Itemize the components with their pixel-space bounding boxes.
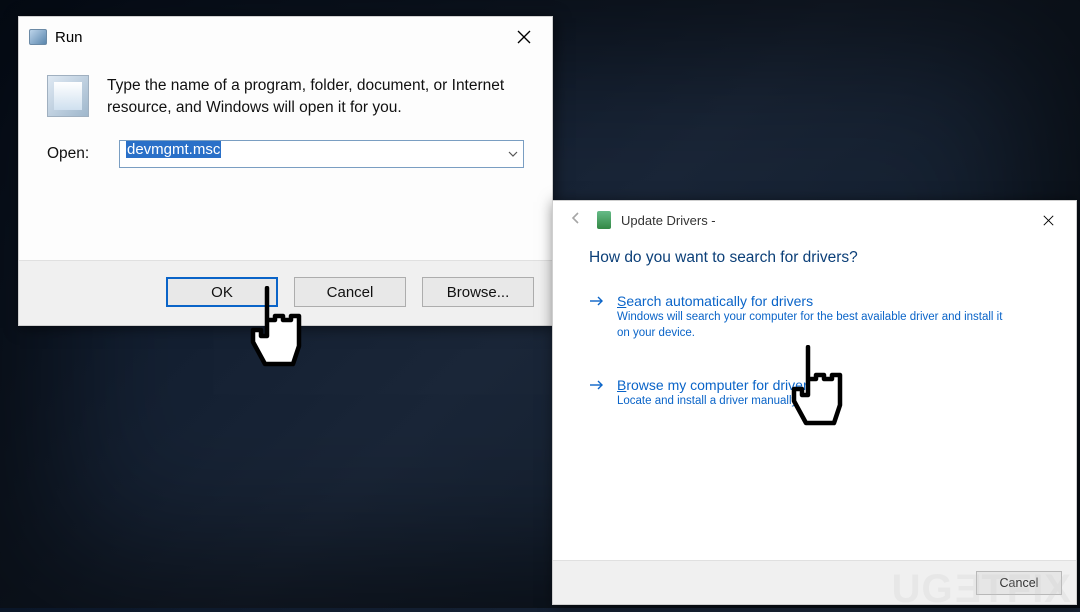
update-drivers-dialog: Update Drivers - How do you want to sear… bbox=[552, 200, 1077, 605]
option-text-block: Search automatically for drivers Windows… bbox=[617, 293, 1017, 341]
back-arrow-icon[interactable] bbox=[565, 211, 587, 230]
device-icon bbox=[597, 211, 611, 229]
option-text-block: Browse my computer for drivers Locate an… bbox=[617, 377, 815, 410]
update-drivers-body: How do you want to search for drivers? S… bbox=[553, 239, 1076, 410]
option-search-automatically[interactable]: Search automatically for drivers Windows… bbox=[589, 293, 1040, 341]
run-title: Run bbox=[55, 29, 83, 46]
run-desc-row: Type the name of a program, folder, docu… bbox=[47, 75, 524, 118]
update-drivers-heading: How do you want to search for drivers? bbox=[589, 249, 1040, 267]
run-input-wrap: devmgmt.msc bbox=[119, 140, 524, 168]
run-buttons: OK Cancel Browse... bbox=[19, 260, 552, 325]
option-title: Search automatically for drivers bbox=[617, 293, 1017, 309]
arrow-right-icon bbox=[589, 294, 605, 341]
run-open-row: Open: devmgmt.msc bbox=[47, 140, 524, 168]
run-titlebar: Run bbox=[19, 17, 552, 57]
run-open-label: Open: bbox=[47, 145, 103, 163]
update-drivers-title: Update Drivers - bbox=[621, 213, 716, 228]
close-icon[interactable] bbox=[1030, 207, 1066, 233]
option-description: Locate and install a driver manually. bbox=[617, 394, 815, 410]
arrow-right-icon bbox=[589, 378, 605, 410]
run-title-left: Run bbox=[29, 29, 83, 46]
run-description: Type the name of a program, folder, docu… bbox=[107, 75, 524, 118]
watermark: UGETFIX bbox=[892, 567, 1072, 612]
run-input[interactable]: devmgmt.msc bbox=[119, 140, 524, 168]
cancel-button[interactable]: Cancel bbox=[294, 277, 406, 307]
update-drivers-title-left: Update Drivers - bbox=[565, 211, 716, 230]
run-app-icon bbox=[29, 29, 47, 45]
run-input-text: devmgmt.msc bbox=[126, 141, 221, 158]
run-program-icon bbox=[47, 75, 89, 117]
option-description: Windows will search your computer for th… bbox=[617, 310, 1017, 341]
ok-button[interactable]: OK bbox=[166, 277, 278, 307]
update-drivers-titlebar: Update Drivers - bbox=[553, 201, 1076, 239]
run-body: Type the name of a program, folder, docu… bbox=[19, 57, 552, 180]
close-icon[interactable] bbox=[504, 22, 544, 52]
option-browse-computer[interactable]: Browse my computer for drivers Locate an… bbox=[589, 377, 1040, 410]
browse-button[interactable]: Browse... bbox=[422, 277, 534, 307]
option-title: Browse my computer for drivers bbox=[617, 377, 815, 393]
run-dialog: Run Type the name of a program, folder, … bbox=[18, 16, 553, 326]
